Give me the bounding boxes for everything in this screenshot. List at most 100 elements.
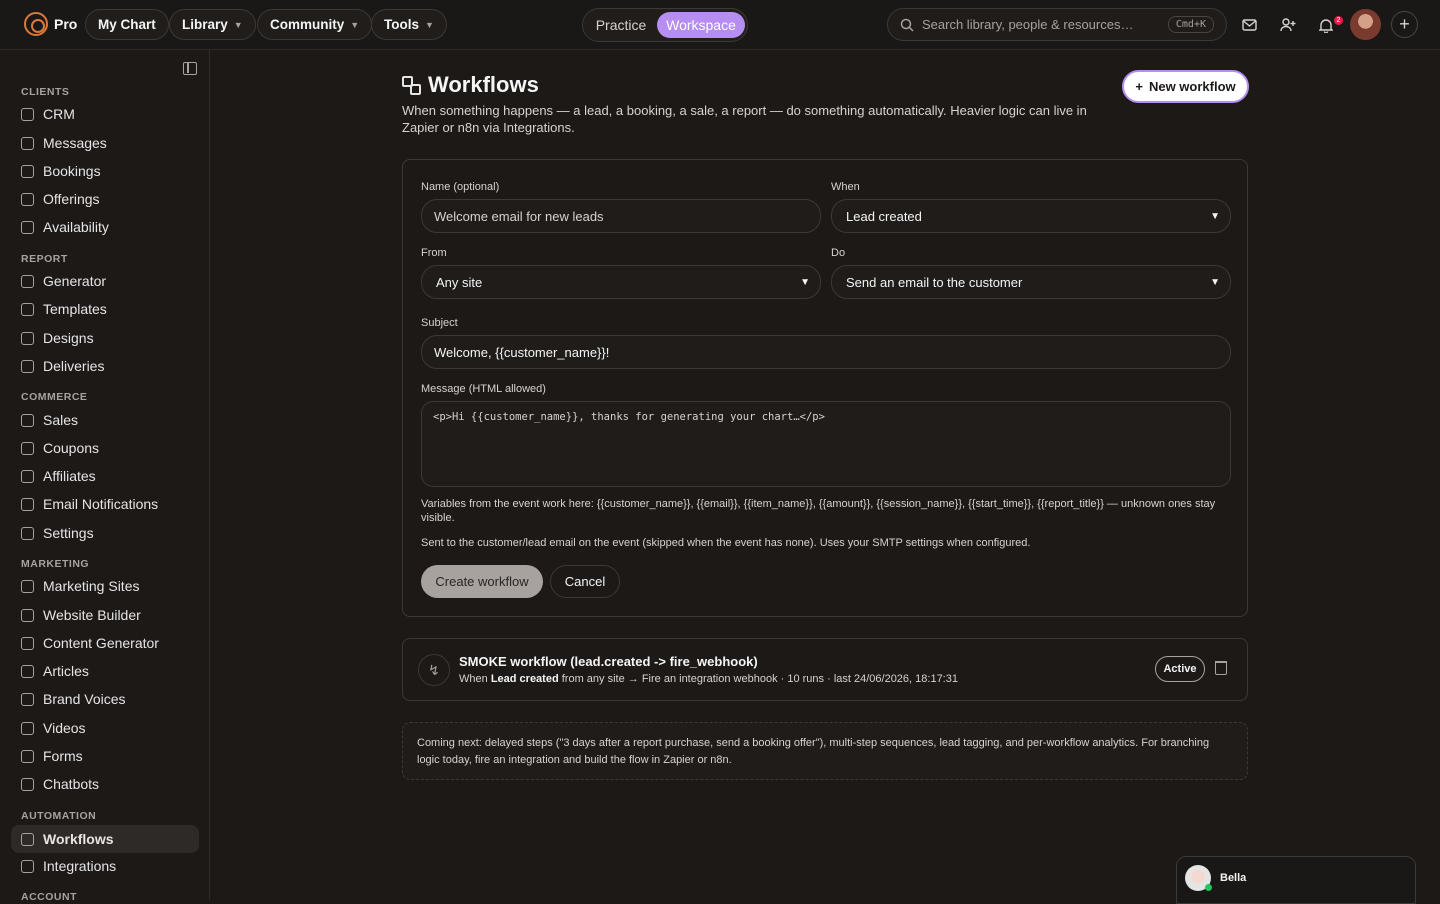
sidebar-section-clients: CLIENTS — [21, 86, 70, 98]
layout-icon — [21, 579, 34, 593]
sidebar-item-content-generator[interactable]: Content Generator — [11, 629, 199, 657]
name-input[interactable]: Welcome email for new leads — [421, 199, 821, 233]
pen-icon — [21, 692, 34, 706]
palette-icon — [21, 331, 34, 345]
nav-my-chart[interactable]: My Chart — [85, 9, 169, 40]
mode-workspace[interactable]: Workspace — [657, 12, 745, 38]
mail-icon[interactable] — [1238, 14, 1260, 36]
sidebar-item-bookings[interactable]: Bookings — [11, 157, 199, 185]
sidebar-item-crm[interactable]: CRM — [11, 100, 199, 128]
when-label: When — [831, 181, 860, 193]
nav-community[interactable]: Community ▼ — [257, 9, 373, 40]
settings-icon — [21, 526, 34, 540]
sidebar-item-chatbots[interactable]: Chatbots — [11, 770, 199, 798]
workflow-meta-trigger: Lead created — [490, 673, 559, 685]
logo[interactable]: Pro — [24, 12, 77, 36]
trash-icon[interactable] — [1215, 661, 1227, 675]
sidebar-item-label: Content Generator — [43, 635, 159, 651]
search-bar[interactable]: Search library, people & resources… Cmd+… — [887, 8, 1227, 41]
do-select[interactable]: Send an email to the customer ▼ — [831, 265, 1231, 299]
when-select[interactable]: Lead created ▼ — [831, 199, 1231, 233]
when-value: Lead created — [846, 208, 922, 224]
sidebar-item-email-notifications[interactable]: Email Notifications — [11, 490, 199, 518]
nav-library-label: Library — [182, 17, 228, 32]
sidebar-item-deliveries[interactable]: Deliveries — [11, 352, 199, 380]
name-label: Name (optional) — [421, 181, 500, 193]
workflow-form: Name (optional) Welcome email for new le… — [402, 159, 1248, 617]
add-user-icon[interactable] — [1277, 14, 1299, 36]
nav-my-chart-label: My Chart — [98, 17, 156, 32]
subject-label: Subject — [421, 317, 458, 329]
avatar[interactable] — [1350, 9, 1381, 40]
chevron-down-icon: ▼ — [425, 19, 434, 30]
nav-tools[interactable]: Tools ▼ — [371, 9, 447, 40]
magic-wand-icon — [21, 636, 34, 650]
sidebar-section-automation: AUTOMATION — [21, 810, 97, 822]
chat-widget[interactable]: Bella — [1176, 856, 1416, 904]
nav-library[interactable]: Library ▼ — [169, 9, 256, 40]
messages-icon — [21, 136, 34, 150]
sidebar-item-label: Settings — [43, 525, 94, 541]
chevron-down-icon: ▼ — [350, 19, 360, 30]
workflow-row[interactable]: ↯ SMOKE workflow (lead.created -> fire_w… — [402, 638, 1248, 701]
collapse-sidebar-icon[interactable] — [183, 62, 197, 75]
sidebar-item-label: Chatbots — [43, 776, 100, 792]
message-textarea[interactable]: <p>Hi {{customer_name}}, thanks for gene… — [421, 401, 1231, 487]
sidebar-item-templates[interactable]: Templates — [11, 295, 199, 323]
nav-tools-label: Tools — [384, 17, 419, 32]
message-value: <p>Hi {{customer_name}}, thanks for gene… — [433, 411, 825, 423]
sidebar-item-articles[interactable]: Articles — [11, 657, 199, 685]
sidebar-item-videos[interactable]: Videos — [11, 714, 199, 742]
sidebar-item-label: Integrations — [43, 858, 117, 874]
send-icon — [21, 359, 34, 373]
sidebar-item-website-builder[interactable]: Website Builder — [11, 601, 199, 629]
workflow-meta-rest: from any site → Fire an integration webh… — [561, 673, 958, 685]
search-shortcut: Cmd+K — [1167, 16, 1214, 33]
mode-practice[interactable]: Practice — [587, 12, 655, 38]
cancel-button[interactable]: Cancel — [550, 565, 620, 598]
variables-note: Variables from the event work here: {{cu… — [421, 498, 1216, 524]
search-icon — [900, 18, 914, 32]
ticket-icon — [21, 441, 34, 455]
sidebar-item-generator[interactable]: Generator — [11, 267, 199, 295]
do-value: Send an email to the customer — [846, 274, 1023, 290]
sidebar-item-availability[interactable]: Availability — [11, 213, 199, 241]
sidebar-item-designs[interactable]: Designs — [11, 324, 199, 352]
subject-value: Welcome, {{customer_name}}! — [434, 344, 610, 360]
from-select[interactable]: Any site ▼ — [421, 265, 821, 299]
sidebar-item-label: Forms — [43, 748, 83, 764]
workflow-icon — [402, 76, 421, 95]
sidebar-item-label: Offerings — [43, 191, 100, 207]
sidebar-item-coupons[interactable]: Coupons — [11, 434, 199, 462]
plus-icon[interactable]: + — [1391, 11, 1418, 38]
new-workflow-button[interactable]: + New workflow — [1122, 70, 1249, 103]
sidebar-item-offerings[interactable]: Offerings — [11, 185, 199, 213]
offerings-icon — [21, 192, 34, 206]
sidebar-item-brand-voices[interactable]: Brand Voices — [11, 685, 199, 713]
send-note: Sent to the customer/lead email on the e… — [421, 537, 1031, 549]
sidebar-item-workflows[interactable]: Workflows — [11, 825, 199, 853]
sidebar-item-label: Marketing Sites — [43, 578, 140, 594]
sidebar-item-label: Website Builder — [43, 607, 141, 623]
sidebar-section-account: ACCOUNT — [21, 891, 77, 903]
sidebar-item-integrations[interactable]: Integrations — [11, 852, 199, 880]
sidebar-item-sales[interactable]: Sales — [11, 406, 199, 434]
sidebar-item-label: Deliveries — [43, 358, 105, 374]
sidebar-item-label: Messages — [43, 135, 107, 151]
sidebar-item-messages[interactable]: Messages — [11, 129, 199, 157]
subject-input[interactable]: Welcome, {{customer_name}}! — [421, 335, 1231, 369]
status-badge[interactable]: Active — [1155, 656, 1205, 682]
sidebar-item-affiliates[interactable]: Affiliates — [11, 462, 199, 490]
create-workflow-button[interactable]: Create workflow — [421, 565, 543, 598]
browser-icon — [21, 608, 34, 622]
sidebar-item-forms[interactable]: Forms — [11, 742, 199, 770]
calendar-icon — [21, 164, 34, 178]
chevron-down-icon: ▼ — [233, 19, 243, 30]
plus-icon: + — [1135, 79, 1143, 94]
sidebar-item-label: Videos — [43, 720, 86, 736]
sidebar-item-settings[interactable]: Settings — [11, 519, 199, 547]
page-title: Workflows — [428, 72, 539, 97]
sidebar-item-marketing-sites[interactable]: Marketing Sites — [11, 572, 199, 600]
nav-community-label: Community — [270, 17, 345, 32]
video-icon — [21, 721, 34, 735]
